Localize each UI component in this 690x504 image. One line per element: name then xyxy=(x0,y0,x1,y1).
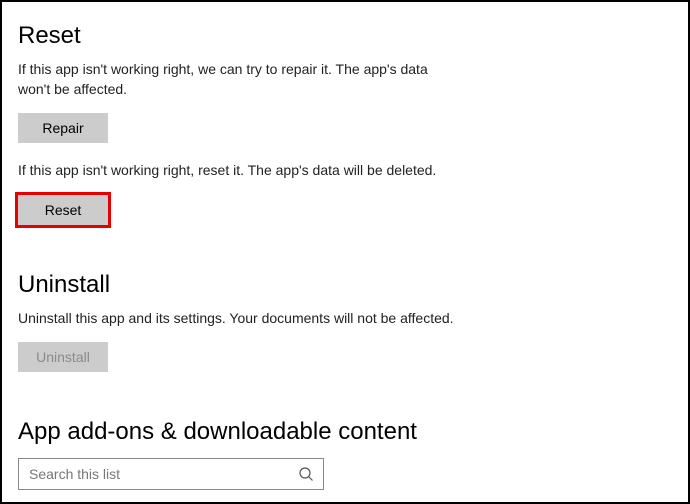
uninstall-heading: Uninstall xyxy=(18,271,672,299)
search-container xyxy=(18,458,324,490)
reset-heading: Reset xyxy=(18,22,672,50)
repair-description: If this app isn't working right, we can … xyxy=(18,60,458,99)
reset-description: If this app isn't working right, reset i… xyxy=(18,161,458,181)
uninstall-button[interactable]: Uninstall xyxy=(18,342,108,372)
uninstall-description: Uninstall this app and its settings. You… xyxy=(18,309,458,329)
search-input[interactable] xyxy=(18,458,324,490)
addons-heading: App add-ons & downloadable content xyxy=(18,418,672,446)
reset-button[interactable]: Reset xyxy=(18,195,108,225)
repair-button[interactable]: Repair xyxy=(18,113,108,143)
